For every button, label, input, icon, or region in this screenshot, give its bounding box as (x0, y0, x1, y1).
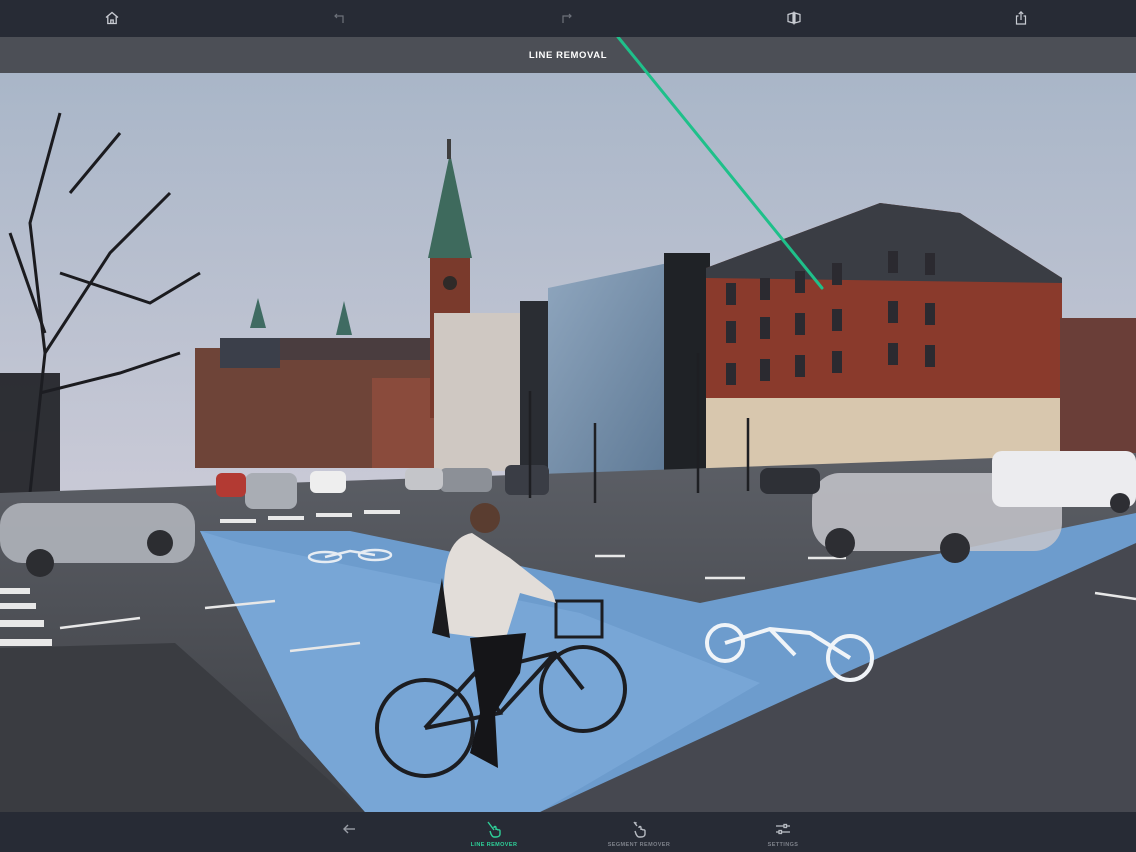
home-icon (105, 11, 119, 25)
line-remover-icon (487, 821, 501, 838)
undo-icon (334, 13, 344, 23)
tool-line-remover-label: LINE REMOVER (470, 842, 518, 848)
redo-button[interactable] (555, 8, 577, 28)
undo-button[interactable] (329, 8, 351, 28)
photo-canvas[interactable] (0, 73, 1136, 812)
mode-title-bar: LINE REMOVAL (0, 37, 1136, 73)
bottom-toolbar: LINE REMOVER SEGMENT REMOVER SETTINGS (0, 812, 1136, 852)
tool-line-remover[interactable]: LINE REMOVER (449, 812, 539, 852)
home-button[interactable] (101, 8, 123, 28)
segment-remover-icon (633, 821, 646, 838)
settings-sliders-icon (776, 823, 790, 835)
compare-button[interactable] (783, 8, 805, 28)
back-button[interactable] (304, 812, 394, 852)
tool-settings[interactable]: SETTINGS (738, 812, 828, 852)
share-button[interactable] (1010, 8, 1032, 28)
back-arrow-icon (343, 824, 355, 834)
redo-icon (562, 13, 572, 23)
compare-icon (787, 11, 801, 25)
photo-scene (0, 73, 1136, 812)
tool-segment-remover[interactable]: SEGMENT REMOVER (594, 812, 684, 852)
mode-title: LINE REMOVAL (528, 49, 608, 61)
share-icon (1015, 10, 1027, 25)
tool-segment-remover-label: SEGMENT REMOVER (607, 842, 671, 848)
top-toolbar (0, 0, 1136, 37)
tool-settings-label: SETTINGS (767, 842, 799, 848)
